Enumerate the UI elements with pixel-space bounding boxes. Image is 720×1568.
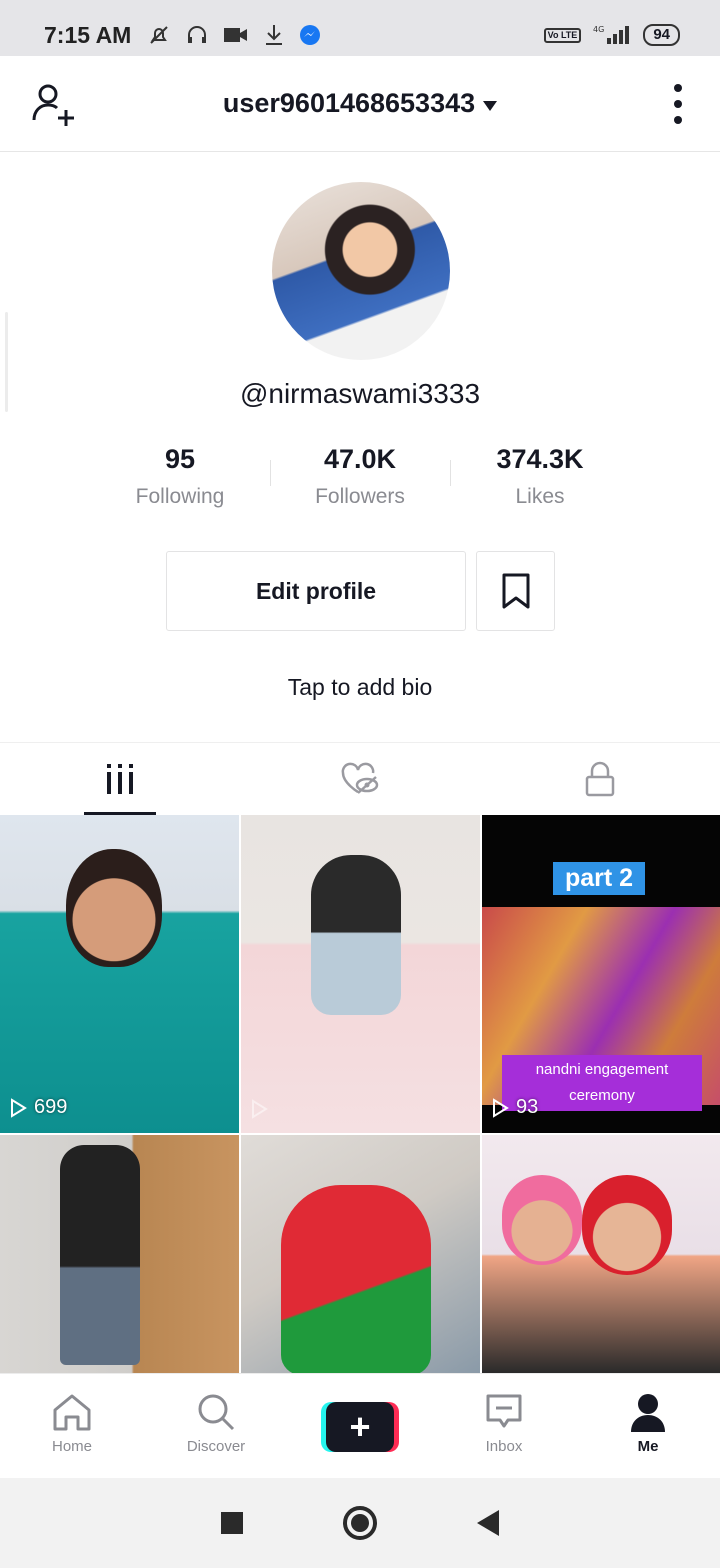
volte-icon: Vo LTE	[543, 27, 582, 43]
stat-following[interactable]: 95 Following	[90, 444, 270, 509]
stat-followers[interactable]: 47.0K Followers	[270, 444, 450, 509]
recents-icon[interactable]	[221, 1512, 243, 1534]
system-navigation	[0, 1478, 720, 1568]
lock-icon	[585, 761, 615, 797]
messenger-icon	[300, 25, 321, 45]
videos-grid-icon	[107, 764, 133, 794]
avatar[interactable]	[272, 182, 450, 360]
status-time: 7:15 AM	[44, 21, 132, 48]
nav-discover[interactable]: Discover	[144, 1374, 288, 1478]
stat-value: 47.0K	[323, 444, 397, 474]
nav-create[interactable]: +	[288, 1374, 432, 1478]
nav-label: Inbox	[485, 1438, 523, 1455]
play-icon	[11, 1097, 27, 1118]
add-user-icon[interactable]	[30, 80, 80, 130]
nav-label: Discover	[186, 1438, 246, 1455]
nav-inbox[interactable]: Inbox	[432, 1374, 576, 1478]
home-icon	[53, 1394, 91, 1431]
svg-text:4G: 4G	[593, 25, 604, 34]
chevron-down-icon	[483, 100, 498, 111]
more-vertical-icon[interactable]	[670, 84, 686, 124]
bio-prompt[interactable]: Tap to add bio	[0, 674, 720, 701]
battery-indicator: 94	[643, 24, 680, 46]
create-button[interactable]: +	[321, 1402, 399, 1452]
stat-label: Likes	[515, 485, 565, 508]
view-count	[249, 1099, 275, 1119]
video-icon	[224, 28, 248, 42]
nav-label: Home	[51, 1438, 92, 1455]
video-thumbnail[interactable]	[0, 1135, 239, 1373]
signal-icon: 4G	[593, 25, 630, 44]
username: user9601468653343	[222, 88, 476, 118]
video-overlay-title: part 2	[553, 862, 646, 895]
video-thumbnail[interactable]: 699	[0, 815, 239, 1133]
bottom-navigation: Home Discover + Inbox Me	[0, 1373, 720, 1478]
stat-likes[interactable]: 374.3K Likes	[450, 444, 630, 509]
play-icon	[252, 1099, 268, 1119]
view-count-value: 93	[516, 1096, 539, 1118]
play-icon	[493, 1097, 509, 1118]
video-thumbnail[interactable]	[241, 815, 480, 1133]
tab-liked[interactable]	[240, 743, 480, 815]
video-thumbnail[interactable]	[241, 1135, 480, 1373]
status-system-icons: Vo LTE 4G 94	[543, 24, 680, 46]
home-button-icon[interactable]	[343, 1506, 377, 1540]
status-notification-icons	[147, 23, 321, 47]
profile-tabs	[0, 742, 720, 815]
view-count: 93	[490, 1096, 538, 1119]
stat-label: Following	[135, 485, 225, 508]
account-switcher[interactable]: user9601468653343	[222, 88, 498, 119]
stat-value: 374.3K	[496, 444, 584, 474]
favorites-button[interactable]	[476, 551, 555, 631]
view-count-value: 699	[34, 1096, 68, 1118]
nav-home[interactable]: Home	[0, 1374, 144, 1478]
stat-label: Followers	[315, 485, 405, 508]
video-thumbnail[interactable]	[482, 1135, 720, 1373]
video-grid: 699 part 2 nandni engagement ceremony 93	[0, 815, 720, 1373]
back-icon[interactable]	[477, 1510, 499, 1536]
tab-videos[interactable]	[0, 743, 240, 815]
headphones-icon	[188, 26, 207, 43]
mute-icon	[150, 26, 169, 44]
edit-profile-button[interactable]: Edit profile	[166, 551, 466, 631]
download-icon	[266, 25, 283, 45]
nav-label: Me	[637, 1438, 659, 1455]
profile-stats: 95 Following 47.0K Followers 374.3K Like…	[90, 444, 630, 509]
tab-private[interactable]	[480, 743, 720, 815]
view-count: 699	[8, 1096, 67, 1119]
video-thumbnail[interactable]: part 2 nandni engagement ceremony 93	[482, 815, 720, 1133]
profile-icon	[631, 1394, 665, 1432]
stat-value: 95	[164, 444, 196, 474]
plus-icon: +	[326, 1402, 394, 1452]
inbox-icon	[486, 1394, 522, 1428]
liked-hidden-icon	[341, 762, 379, 794]
nav-me[interactable]: Me	[576, 1374, 720, 1478]
profile-header: user9601468653343	[0, 56, 720, 152]
search-icon	[198, 1394, 235, 1431]
profile-handle: @nirmaswami3333	[239, 378, 481, 409]
bookmark-icon	[502, 573, 529, 609]
